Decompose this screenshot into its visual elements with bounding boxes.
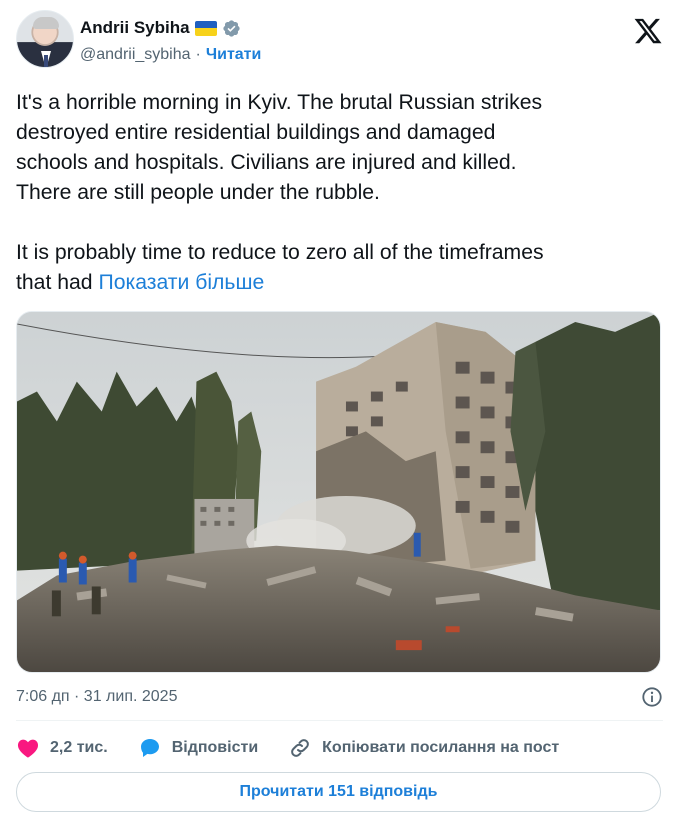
- handle-row: @andrii_sybiha · Читати: [80, 44, 261, 66]
- reply-button[interactable]: Відповісти: [138, 736, 258, 760]
- ukraine-flag-icon: [194, 20, 217, 36]
- tweet-photo[interactable]: [16, 311, 661, 673]
- verified-badge-icon: [222, 19, 240, 37]
- destroyed-building-photo: [17, 312, 660, 672]
- author-name-row: Andrii Sybiha: [80, 17, 241, 39]
- link-icon: [291, 739, 310, 757]
- tweet-line: It's a horrible morning in Kyiv. The bru…: [16, 91, 543, 114]
- tweet-line-last: that had Показати більше: [16, 268, 666, 298]
- tweet-header: Andrii Sybiha @andrii_sybiha · Читати: [16, 10, 663, 70]
- x-logo-icon[interactable]: [633, 16, 663, 46]
- like-count: 2,2 тис.: [50, 739, 108, 756]
- tweet-line: destroyed entire residential buildings a…: [16, 121, 496, 144]
- heart-icon: [17, 739, 39, 758]
- author-handle[interactable]: @andrii_sybiha: [80, 46, 191, 64]
- copy-link-button[interactable]: Копіювати посилання на пост: [288, 736, 559, 760]
- show-more-link[interactable]: Показати більше: [98, 271, 264, 294]
- action-bar: 2,2 тис. Відповісти Копіювати посилання …: [16, 734, 589, 762]
- info-icon[interactable]: [641, 686, 663, 708]
- tweet-line: There are still people under the rubble.: [16, 181, 380, 204]
- divider: [16, 720, 663, 721]
- like-button[interactable]: 2,2 тис.: [16, 736, 108, 760]
- reply-label: Відповісти: [171, 739, 259, 756]
- tweet-text: It's a horrible morning in Kyiv. The bru…: [16, 88, 666, 298]
- avatar[interactable]: [16, 10, 74, 68]
- copy-link-label: Копіювати посилання на пост: [322, 739, 560, 756]
- timestamp[interactable]: 7:06 дп · 31 лип. 2025: [16, 688, 177, 706]
- follow-button[interactable]: Читати: [206, 46, 261, 64]
- tweet-meta: 7:06 дп · 31 лип. 2025: [16, 686, 663, 708]
- tweet-line: It is probably time to reduce to zero al…: [16, 241, 544, 264]
- author-name[interactable]: Andrii Sybiha: [80, 18, 190, 38]
- speech-bubble-icon: [140, 739, 159, 757]
- tweet-line: schools and hospitals. Civilians are inj…: [16, 151, 517, 174]
- tweet-line-prefix: that had: [16, 271, 99, 294]
- read-replies-button[interactable]: Прочитати 151 відповідь: [16, 772, 661, 812]
- tweet-card: Andrii Sybiha @andrii_sybiha · Читати It…: [0, 0, 679, 829]
- read-replies-label: Прочитати 151 відповідь: [239, 783, 438, 800]
- separator-dot: ·: [195, 46, 201, 63]
